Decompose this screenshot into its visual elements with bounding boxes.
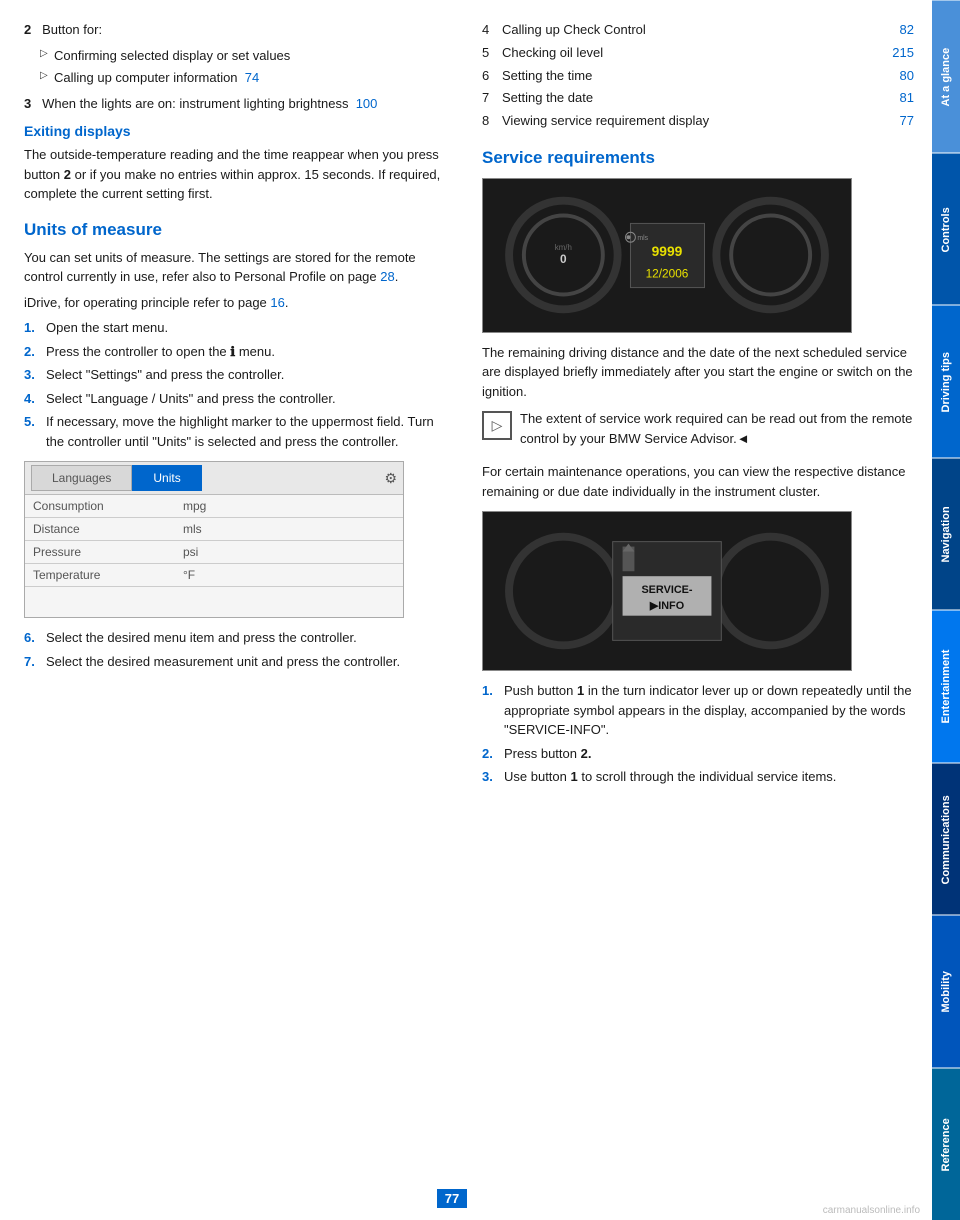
page-number: 77 <box>437 1189 467 1208</box>
row-distance: Distance mls <box>25 518 403 541</box>
service-steps-list: 1. Push button 1 in the turn indicator l… <box>482 681 914 787</box>
sidebar-tab-controls[interactable]: Controls <box>932 153 960 306</box>
row-consumption: Consumption mpg <box>25 495 403 518</box>
right-item-7: 7 Setting the date 81 <box>482 88 914 109</box>
note-arrow-icon: ▷ <box>482 411 512 440</box>
right-item-4: 4 Calling up Check Control 82 <box>482 20 914 41</box>
exiting-title: Exiting displays <box>24 123 454 139</box>
button2-num: 2 <box>24 22 31 37</box>
service-title: Service requirements <box>482 148 914 168</box>
dashboard-screenshot-1: km/h 0 mls 9999 12/2006 <box>482 178 852 333</box>
sidebar-tab-reference[interactable]: Reference <box>932 1068 960 1220</box>
units-title: Units of measure <box>24 220 454 240</box>
step-3: 3. Select "Settings" and press the contr… <box>24 365 454 385</box>
watermark: carmanualsonline.info <box>823 1205 920 1216</box>
right-column: 4 Calling up Check Control 82 5 Checking… <box>482 20 914 1180</box>
sidebar-tab-entertainment[interactable]: Entertainment <box>932 610 960 763</box>
right-item-8: 8 Viewing service requirement display 77 <box>482 111 914 132</box>
tab-units[interactable]: Units <box>132 465 201 491</box>
row-pressure: Pressure psi <box>25 541 403 564</box>
step-5: 5. If necessary, move the highlight mark… <box>24 412 454 451</box>
sidebar: At a glance Controls Driving tips Naviga… <box>932 0 960 1220</box>
row-temperature: Temperature °F <box>25 564 403 587</box>
sidebar-tab-communications[interactable]: Communications <box>932 763 960 916</box>
units-section: Units of measure You can set units of me… <box>24 220 454 313</box>
note-box: ▷ The extent of service work required ca… <box>482 409 914 454</box>
step-1: 1. Open the start menu. <box>24 318 454 338</box>
svg-text:▶INFO: ▶INFO <box>649 600 684 612</box>
button3-num: 3 <box>24 96 31 111</box>
two-col-layout: 2 Button for: Confirming selected displa… <box>24 20 914 1180</box>
steps-list: 1. Open the start menu. 2. Press the con… <box>24 318 454 451</box>
settings-icon[interactable]: ⚙ <box>384 470 397 487</box>
right-items-list: 4 Calling up Check Control 82 5 Checking… <box>482 20 914 132</box>
dashboard-screenshot-2: SERVICE- ▶INFO <box>482 511 852 671</box>
svg-text:9999: 9999 <box>652 243 683 259</box>
right-item-6: 6 Setting the time 80 <box>482 66 914 87</box>
maintenance-text: For certain maintenance operations, you … <box>482 462 914 501</box>
units-table-screenshot: Languages Units ⚙ Consumption mpg Distan… <box>24 461 404 618</box>
page-wrapper: 2 Button for: Confirming selected displa… <box>0 0 960 1220</box>
steps-list2: 6. Select the desired menu item and pres… <box>24 628 454 671</box>
bullet-calling: Calling up computer information 74 <box>40 68 454 88</box>
button3-text: When the lights are on: instrument light… <box>42 96 348 111</box>
service-svg: SERVICE- ▶INFO <box>483 512 851 670</box>
tab-languages[interactable]: Languages <box>31 465 132 491</box>
step-2: 2. Press the controller to open the ℹ me… <box>24 342 454 362</box>
step-4: 4. Select "Language / Units" and press t… <box>24 389 454 409</box>
svg-text:SERVICE-: SERVICE- <box>641 584 692 596</box>
service-caption: The remaining driving distance and the d… <box>482 343 914 402</box>
sidebar-tab-navigation[interactable]: Navigation <box>932 458 960 611</box>
exiting-para: The outside-temperature reading and the … <box>24 145 454 204</box>
content-area: 2 Button for: Confirming selected displa… <box>0 0 932 1220</box>
svg-text:0: 0 <box>560 252 567 266</box>
button2-intro: Button for: <box>42 22 102 37</box>
button3-section: 3 When the lights are on: instrument lig… <box>24 94 454 114</box>
service-step-3: 3. Use button 1 to scroll through the in… <box>482 767 914 787</box>
note-text: The extent of service work required can … <box>520 409 914 448</box>
sidebar-tab-mobility[interactable]: Mobility <box>932 915 960 1068</box>
dash-display: km/h 0 mls 9999 12/2006 <box>483 179 851 332</box>
page-footer: 77 <box>0 1189 904 1208</box>
svg-text:mls: mls <box>637 235 648 242</box>
units-para2: iDrive, for operating principle refer to… <box>24 293 454 313</box>
exiting-section: Exiting displays The outside-temperature… <box>24 123 454 204</box>
left-column: 2 Button for: Confirming selected displa… <box>24 20 454 1180</box>
button2-bullets: Confirming selected display or set value… <box>40 46 454 88</box>
service-display: SERVICE- ▶INFO <box>483 512 851 670</box>
service-step-2: 2. Press button 2. <box>482 744 914 764</box>
step-7: 7. Select the desired measurement unit a… <box>24 652 454 672</box>
sidebar-tab-driving-tips[interactable]: Driving tips <box>932 305 960 458</box>
button2-section: 2 Button for: Confirming selected displa… <box>24 20 454 88</box>
sidebar-tab-at-a-glance[interactable]: At a glance <box>932 0 960 153</box>
svg-text:km/h: km/h <box>555 243 572 252</box>
step-6: 6. Select the desired menu item and pres… <box>24 628 454 648</box>
right-item-5: 5 Checking oil level 215 <box>482 43 914 64</box>
svg-text:12/2006: 12/2006 <box>646 267 689 281</box>
service-step-1: 1. Push button 1 in the turn indicator l… <box>482 681 914 740</box>
bullet-confirming: Confirming selected display or set value… <box>40 46 454 66</box>
dash-svg: km/h 0 mls 9999 12/2006 <box>483 179 851 332</box>
units-para1: You can set units of measure. The settin… <box>24 248 454 287</box>
